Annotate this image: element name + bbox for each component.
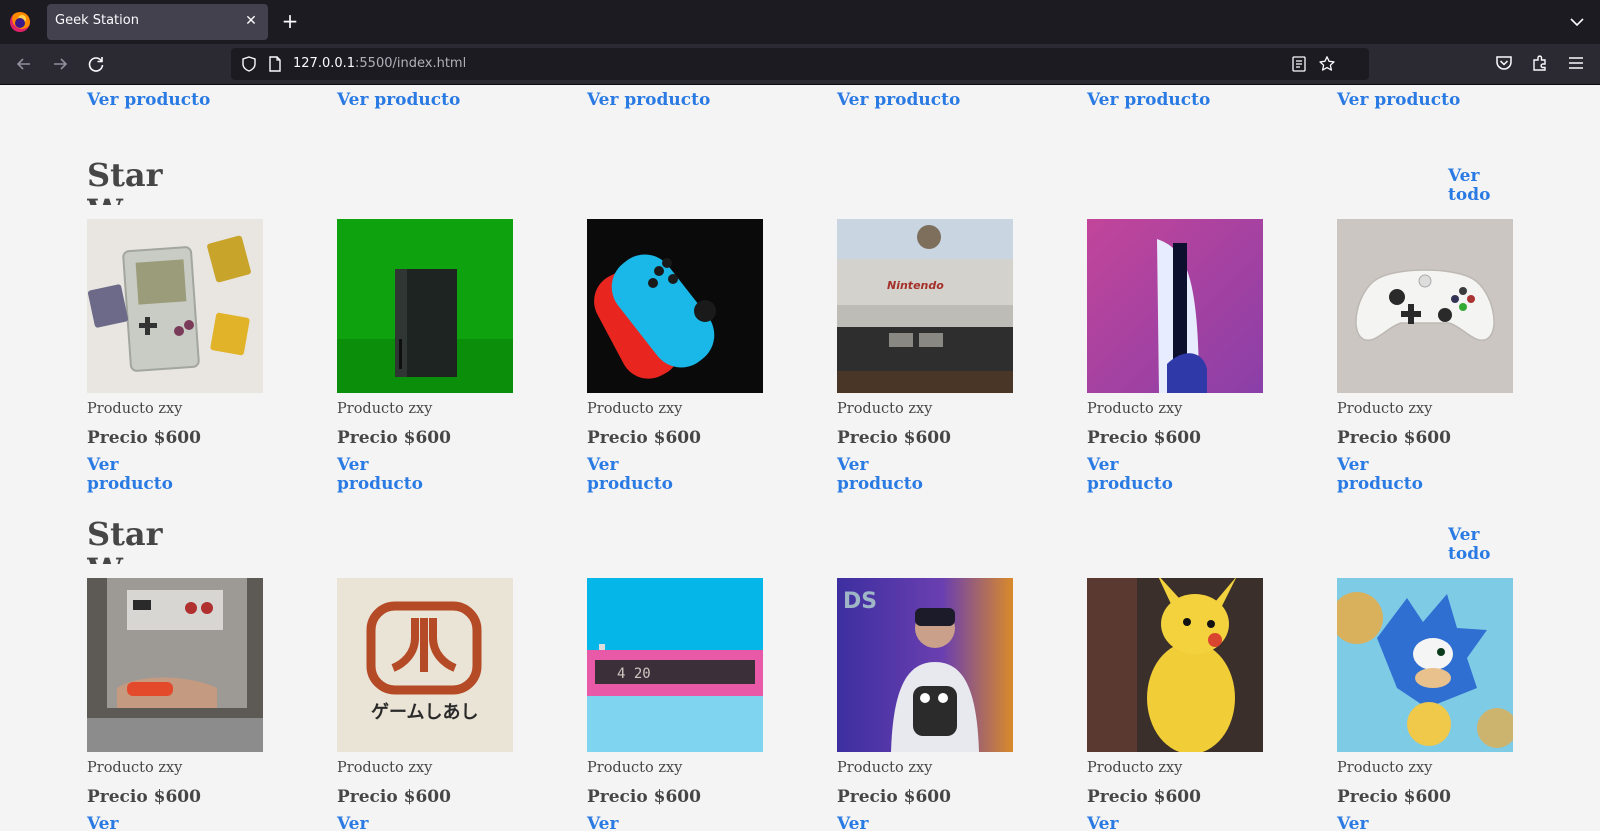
reader-view-icon[interactable] — [1290, 55, 1308, 73]
address-bar[interactable]: 127.0.0.1:5500/index.html — [231, 48, 1369, 80]
ver-producto-link[interactable]: Ver producto — [837, 456, 932, 494]
product-name: Producto zxy — [837, 760, 933, 776]
product-name: Producto zxy — [587, 401, 683, 417]
browser-tab-strip: Geek Station ✕ + — [0, 0, 1600, 44]
product-price: Precio $600 — [1337, 428, 1451, 448]
product-name: Producto zxy — [587, 760, 683, 776]
svg-text:DS: DS — [843, 589, 877, 614]
ver-producto-link[interactable]: Ver producto — [1337, 815, 1432, 831]
ver-producto-link[interactable]: Ver producto — [837, 815, 932, 831]
ver-producto-link[interactable]: Ver producto — [87, 456, 182, 494]
product-image-xbox-series-x[interactable] — [337, 219, 513, 393]
section-title: Star Wars — [87, 157, 176, 205]
product-price: Precio $600 — [587, 787, 701, 807]
tab-title: Geek Station — [55, 13, 139, 28]
product-image-pink-clock[interactable]: 4 20 — [587, 578, 763, 752]
browser-tab[interactable]: Geek Station ✕ — [47, 4, 268, 40]
product-name: Producto zxy — [1087, 760, 1183, 776]
product-price: Precio $600 — [1337, 787, 1451, 807]
product-image-sonic-figure[interactable] — [1337, 578, 1513, 752]
product-card: Producto zxy Precio $600 Ver producto — [87, 219, 263, 494]
url-host: 127.0.0.1 — [293, 56, 356, 71]
ver-producto-link[interactable]: Ver producto — [337, 91, 513, 110]
product-card: Producto zxy Precio $600 Ver producto — [1337, 578, 1513, 831]
product-image-atari-tshirt[interactable]: ゲームしあし — [337, 578, 513, 752]
product-image-vr-headset-boy[interactable]: DS — [837, 578, 1013, 752]
ver-producto-link[interactable]: Ver producto — [587, 91, 763, 110]
product-card: Nintendo Producto zxy Precio $600 Ver pr… — [837, 219, 1013, 494]
ver-producto-link[interactable]: Ver producto — [337, 456, 432, 494]
product-image-xbox-controller[interactable] — [1337, 219, 1513, 393]
product-card: Producto zxy Precio $600 Ver producto — [587, 219, 763, 494]
product-card: Producto zxy Precio $600 Ver producto — [1337, 219, 1513, 494]
forward-icon[interactable] — [48, 52, 72, 76]
pocket-icon[interactable] — [1494, 53, 1514, 73]
product-price: Precio $600 — [837, 787, 951, 807]
ver-todo-link[interactable]: Ver todo — [1448, 526, 1508, 564]
product-price: Precio $600 — [1087, 428, 1201, 448]
ver-producto-link[interactable]: Ver producto — [337, 815, 432, 831]
url-path: :5500/index.html — [355, 56, 467, 71]
ver-producto-link[interactable]: Ver producto — [587, 815, 682, 831]
ver-producto-link[interactable]: Ver producto — [1087, 91, 1263, 110]
svg-text:ゲームしあし: ゲームしあし — [371, 701, 478, 723]
list-all-tabs-icon[interactable] — [1567, 12, 1587, 32]
product-card: Producto zxy Precio $600 Ver producto — [87, 578, 263, 831]
product-image-switch-joycons[interactable] — [587, 219, 763, 393]
product-name: Producto zxy — [337, 401, 433, 417]
ver-producto-link[interactable]: Ver producto — [1087, 456, 1182, 494]
product-price: Precio $600 — [587, 428, 701, 448]
product-image-game-boy[interactable] — [87, 219, 263, 393]
navigation-toolbar: 127.0.0.1:5500/index.html — [0, 44, 1600, 85]
product-card: DS Producto zxy Precio $600 Ver producto — [837, 578, 1013, 831]
product-price: Precio $600 — [337, 428, 451, 448]
ver-producto-link[interactable]: Ver producto — [1337, 456, 1432, 494]
product-card: ゲームしあし Producto zxy Precio $600 Ver prod… — [337, 578, 513, 831]
product-card: Producto zxy Precio $600 Ver producto — [1087, 578, 1263, 831]
product-image-nes-tshirt-kid[interactable] — [87, 578, 263, 752]
product-price: Precio $600 — [87, 428, 201, 448]
page-viewport: Ver producto Ver producto Ver producto V… — [0, 85, 1600, 831]
section-title: Star Wars — [87, 516, 176, 564]
tab-close-icon[interactable]: ✕ — [242, 12, 260, 30]
new-tab-icon[interactable]: + — [278, 10, 302, 34]
ver-producto-link[interactable]: Ver producto — [1087, 815, 1182, 831]
ver-producto-link[interactable]: Ver producto — [87, 91, 263, 110]
bookmark-star-icon[interactable] — [1318, 55, 1336, 73]
product-price: Precio $600 — [1087, 787, 1201, 807]
shield-icon[interactable] — [240, 55, 258, 73]
back-icon[interactable] — [12, 52, 36, 76]
product-image-pikachu-figure[interactable] — [1087, 578, 1263, 752]
svg-text:4 20: 4 20 — [617, 666, 651, 682]
reload-icon[interactable] — [84, 52, 108, 76]
page-info-icon[interactable] — [266, 55, 284, 73]
product-name: Producto zxy — [1087, 401, 1183, 417]
ver-producto-link[interactable]: Ver producto — [87, 815, 182, 831]
product-name: Producto zxy — [1337, 760, 1433, 776]
product-name: Producto zxy — [87, 760, 183, 776]
product-name: Producto zxy — [1337, 401, 1433, 417]
product-card: Producto zxy Precio $600 Ver producto — [1087, 219, 1263, 494]
url-text: 127.0.0.1:5500/index.html — [293, 56, 466, 71]
ver-todo-link[interactable]: Ver todo — [1448, 167, 1508, 205]
app-menu-icon[interactable] — [1566, 53, 1586, 73]
product-name: Producto zxy — [337, 760, 433, 776]
product-name: Producto zxy — [87, 401, 183, 417]
product-image-ps5-console[interactable] — [1087, 219, 1263, 393]
firefox-logo-icon — [10, 12, 30, 32]
ver-producto-link[interactable]: Ver producto — [1337, 91, 1513, 110]
product-price: Precio $600 — [87, 787, 201, 807]
product-price: Precio $600 — [337, 787, 451, 807]
ver-producto-link[interactable]: Ver producto — [587, 456, 682, 494]
extensions-icon[interactable] — [1530, 53, 1550, 73]
product-card: Producto zxy Precio $600 Ver producto — [337, 219, 513, 494]
ver-producto-link[interactable]: Ver producto — [837, 91, 1013, 110]
svg-text:Nintendo: Nintendo — [887, 279, 944, 292]
product-image-nes-console[interactable]: Nintendo — [837, 219, 1013, 393]
product-price: Precio $600 — [837, 428, 951, 448]
product-name: Producto zxy — [837, 401, 933, 417]
product-card: 4 20 Producto zxy Precio $600 Ver produc… — [587, 578, 763, 831]
